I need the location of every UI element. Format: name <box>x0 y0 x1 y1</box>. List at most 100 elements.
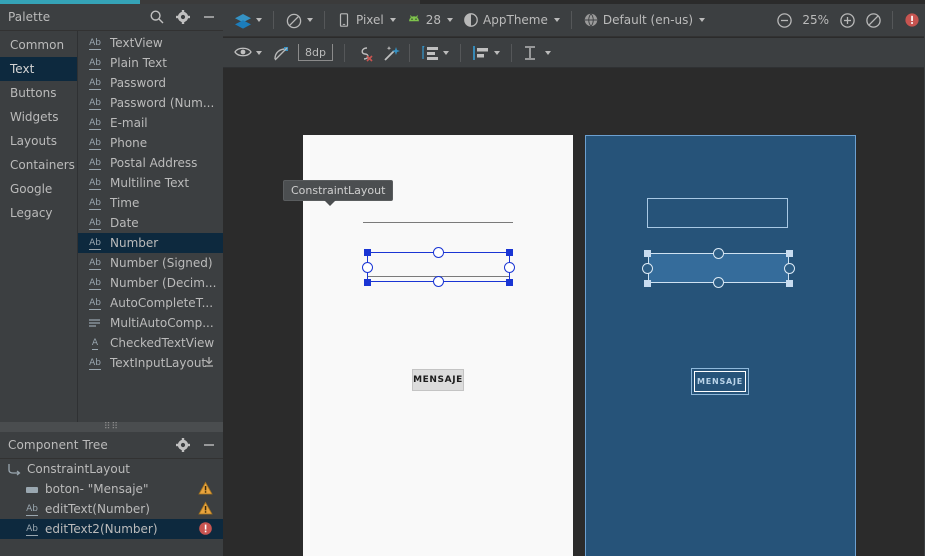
constraint-anchor-right[interactable] <box>504 262 515 273</box>
zoom-out-button[interactable] <box>771 8 797 32</box>
palette-item-list[interactable]: Ab TextView Ab Plain Text Ab Password Ab… <box>78 31 223 422</box>
mensaje-button-blueprint[interactable]: MENSAJE <box>691 368 749 395</box>
blueprint-constraint-anchor-left[interactable] <box>642 263 653 274</box>
zoom-fit-button[interactable] <box>860 8 886 32</box>
palette-body: Common Text Buttons Widgets Layouts Cont… <box>0 31 223 422</box>
palette-item-number-signed[interactable]: Ab Number (Signed) <box>78 253 223 273</box>
device-dropdown[interactable]: Pixel <box>331 8 401 32</box>
palette-category-buttons[interactable]: Buttons <box>0 81 77 105</box>
constraint-anchor-top[interactable] <box>433 247 444 258</box>
mensaje-button-design[interactable]: MENSAJE <box>412 369 464 391</box>
blueprint-edittext1[interactable] <box>647 198 788 228</box>
align-dropdown[interactable] <box>467 41 505 65</box>
palette-category-list[interactable]: Common Text Buttons Widgets Layouts Cont… <box>0 31 78 422</box>
gear-icon[interactable] <box>175 437 191 453</box>
clear-constraints-button[interactable] <box>351 41 377 65</box>
blueprint-constraint-anchor-right[interactable] <box>784 263 795 274</box>
design-mode-dropdown[interactable] <box>229 8 267 32</box>
design-canvas[interactable]: MENSAJE ConstraintLayout MENSAJE <box>223 69 925 556</box>
tree-row-edittext[interactable]: Ab editText(Number) <box>0 499 223 519</box>
warning-icon[interactable] <box>198 481 213 496</box>
ab-icon: Ab <box>89 238 101 250</box>
api-level-dropdown[interactable]: 28 <box>401 8 458 32</box>
drag-dots-icon: ⠿⠿ <box>103 422 120 432</box>
palette-category-text[interactable]: Text <box>0 57 77 81</box>
phone-icon <box>336 12 352 28</box>
palette-item-phone[interactable]: Ab Phone <box>78 133 223 153</box>
tree-row-constraintlayout[interactable]: ConstraintLayout <box>0 459 223 479</box>
blueprint-constraint-anchor-bottom[interactable] <box>713 277 724 288</box>
palette-item-password-numeric[interactable]: Ab Password (Num... <box>78 93 223 113</box>
palette-item-label: Multiline Text <box>110 176 190 190</box>
palette-category-widgets[interactable]: Widgets <box>0 105 77 129</box>
tree-row-edittext2[interactable]: Ab editText2(Number) <box>0 519 223 539</box>
palette-item-password[interactable]: Ab Password <box>78 73 223 93</box>
ab-icon: Ab <box>89 258 101 270</box>
panel-splitter-handle[interactable]: ⠿⠿ <box>0 422 223 432</box>
tree-row-boton-mensaje[interactable]: boton- "Mensaje" <box>0 479 223 499</box>
zoom-fit-icon <box>865 12 881 28</box>
autoconnect-off-icon <box>272 45 288 61</box>
palette-item-label: Plain Text <box>110 56 167 70</box>
palette-item-time[interactable]: Ab Time <box>78 193 223 213</box>
palette-item-postal-address[interactable]: Ab Postal Address <box>78 153 223 173</box>
guidelines-dropdown[interactable] <box>518 41 556 65</box>
palette-category-layouts[interactable]: Layouts <box>0 129 77 153</box>
palette-category-legacy[interactable]: Legacy <box>0 201 77 225</box>
palette-item-multiautocompletetextview[interactable]: MultiAutoComp... <box>78 313 223 333</box>
minimize-icon[interactable] <box>201 437 217 453</box>
gear-icon[interactable] <box>175 9 191 25</box>
palette-item-textview[interactable]: Ab TextView <box>78 33 223 53</box>
pack-dropdown[interactable] <box>416 41 454 65</box>
palette-item-email[interactable]: Ab E-mail <box>78 113 223 133</box>
zoom-level-label: 25% <box>802 13 829 27</box>
resize-handle-bottom-left[interactable] <box>364 279 371 286</box>
minimize-icon[interactable] <box>201 9 217 25</box>
theme-dropdown[interactable]: AppTheme <box>458 8 565 32</box>
palette-item-plain-text[interactable]: Ab Plain Text <box>78 53 223 73</box>
resize-handle-bottom-right[interactable] <box>506 279 513 286</box>
download-icon[interactable] <box>203 356 215 368</box>
default-margin-value[interactable]: 8dp <box>298 44 333 61</box>
component-tree-rows[interactable]: ConstraintLayout boton- "Mensaje" Ab edi… <box>0 459 223 556</box>
search-icon[interactable] <box>149 9 165 25</box>
palette-item-textinputlayout[interactable]: Ab TextInputLayout <box>78 353 223 373</box>
palette-category-common[interactable]: Common <box>0 33 77 57</box>
orientation-dropdown[interactable] <box>280 8 318 32</box>
palette-item-number-decimal[interactable]: Ab Number (Decim... <box>78 273 223 293</box>
palette-category-containers[interactable]: Containers <box>0 153 77 177</box>
autoconnect-toggle[interactable] <box>267 41 293 65</box>
constraint-anchor-bottom[interactable] <box>433 276 444 287</box>
a-check-icon: A <box>91 338 99 350</box>
locale-dropdown[interactable]: Default (en-us) <box>578 8 710 32</box>
palette-item-checkedtextview[interactable]: A CheckedTextView <box>78 333 223 353</box>
error-icon[interactable] <box>198 521 213 536</box>
palette-category-google[interactable]: Google <box>0 177 77 201</box>
palette-item-number[interactable]: Ab Number <box>78 233 223 253</box>
zoom-in-button[interactable] <box>834 8 860 32</box>
default-margin-dropdown[interactable]: 8dp <box>293 41 338 65</box>
blueprint-constraint-anchor-top[interactable] <box>713 248 724 259</box>
blueprint-resize-handle-bottom-left[interactable] <box>644 280 651 287</box>
chevron-down-icon <box>553 18 560 22</box>
tree-row-label: editText(Number) <box>45 502 150 516</box>
resize-handle-top-left[interactable] <box>364 249 371 256</box>
palette-item-autocompletetextview[interactable]: Ab AutoCompleteT... <box>78 293 223 313</box>
warning-icon[interactable] <box>198 501 213 516</box>
resize-handle-top-right[interactable] <box>506 249 513 256</box>
palette-item-label: AutoCompleteT... <box>110 296 214 310</box>
constraint-anchor-left[interactable] <box>362 262 373 273</box>
palette-item-label: MultiAutoComp... <box>110 316 214 330</box>
ab-icon: Ab <box>89 278 101 290</box>
infer-constraints-button[interactable] <box>377 41 403 65</box>
blueprint-resize-handle-top-right[interactable] <box>786 250 793 257</box>
palette-item-date[interactable]: Ab Date <box>78 213 223 233</box>
issue-panel-button[interactable] <box>899 8 925 32</box>
palette-item-multiline-text[interactable]: Ab Multiline Text <box>78 173 223 193</box>
edittext1-underline[interactable] <box>363 222 513 223</box>
blueprint-resize-handle-bottom-right[interactable] <box>786 280 793 287</box>
error-badge-icon <box>904 12 920 28</box>
palette-title: Palette <box>8 10 51 24</box>
blueprint-resize-handle-top-left[interactable] <box>644 250 651 257</box>
show-constraints-dropdown[interactable] <box>229 41 267 65</box>
